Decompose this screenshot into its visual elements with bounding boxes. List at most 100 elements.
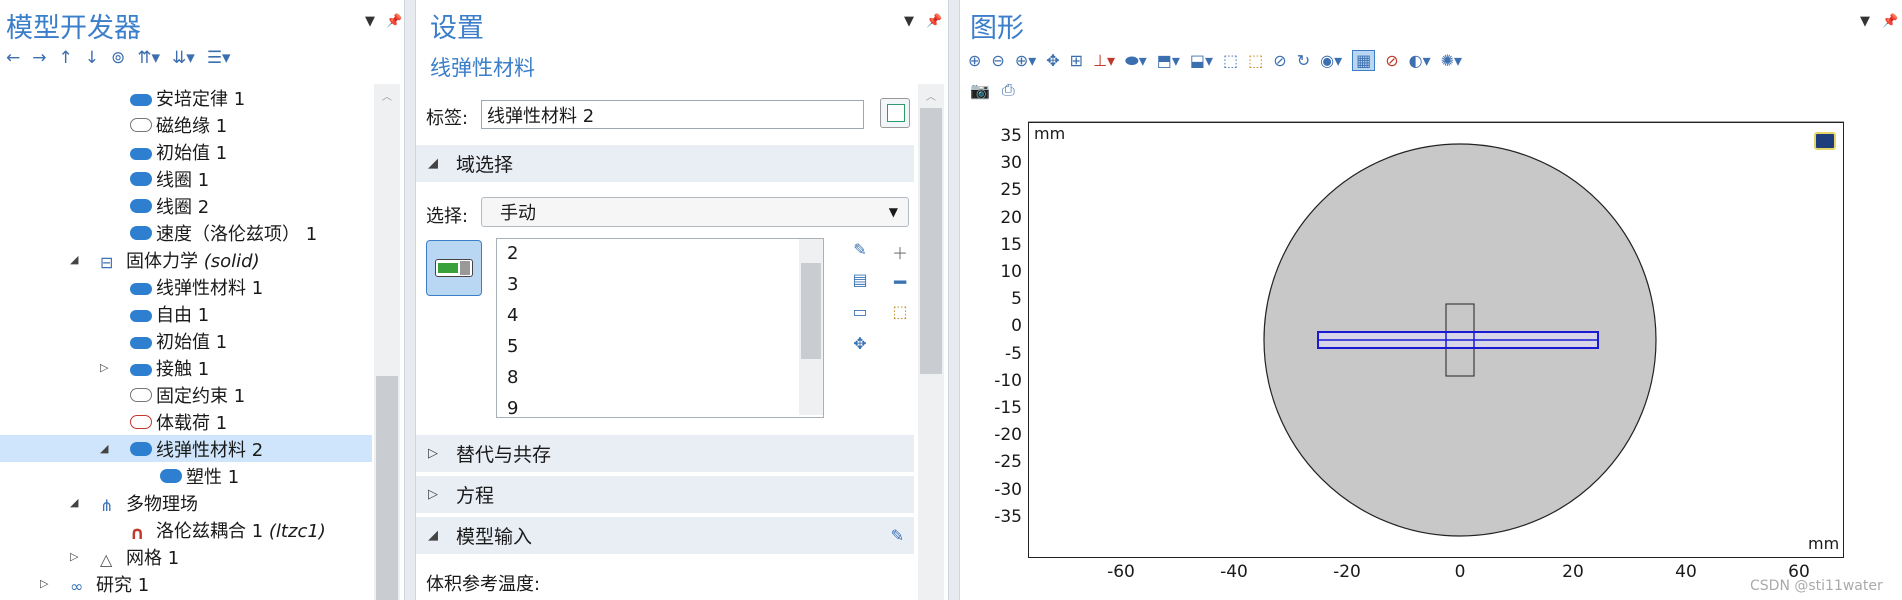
active-toggle-button[interactable]: [426, 240, 482, 296]
section-model-input[interactable]: ◢ 模型输入 ✎: [416, 517, 914, 554]
list-scroll-thumb[interactable]: [801, 263, 821, 359]
section-override-coexistence[interactable]: ▷ 替代与共存: [416, 435, 914, 472]
paste-selection-icon[interactable]: ✎: [848, 240, 872, 262]
expand-icon[interactable]: ⇈▾: [137, 48, 160, 68]
hide-icon[interactable]: ⊘: [1273, 51, 1286, 70]
expanded-triangle-icon[interactable]: ◢: [70, 253, 78, 266]
back-arrow-icon[interactable]: ←: [6, 48, 20, 68]
copy-selection-icon[interactable]: ▤: [848, 270, 872, 292]
collapse-icon[interactable]: ⇊▾: [172, 48, 195, 68]
move-down-icon[interactable]: ↓: [85, 48, 99, 68]
list-item[interactable]: 8: [507, 367, 518, 388]
tree-item-label: 体载荷 1: [156, 412, 228, 434]
pin-icon[interactable]: 📌: [926, 14, 942, 29]
tree-item[interactable]: ◢ ⋔ 多物理场: [0, 489, 372, 516]
add-to-selection-icon[interactable]: ＋: [888, 240, 912, 263]
tree-item[interactable]: 初始值 1: [0, 327, 372, 354]
pane-splitter-left[interactable]: [404, 0, 416, 600]
list-item[interactable]: 2: [507, 243, 518, 264]
transparency-icon[interactable]: ◐▾: [1409, 51, 1431, 70]
grid-toggle-icon[interactable]: ▦: [1352, 50, 1376, 71]
expanded-triangle-icon: ◢: [428, 156, 438, 171]
y-tick-label: -10: [994, 370, 1022, 391]
collapsed-triangle-icon[interactable]: ▷: [70, 550, 78, 563]
tree-scrollbar[interactable]: ︿: [374, 84, 400, 600]
tree-item[interactable]: ▷ 接触 1: [0, 354, 372, 381]
section-domain-selection[interactable]: ◢ 域选择: [416, 145, 914, 182]
pane-menu-icon[interactable]: ▼: [1860, 14, 1870, 29]
graphics-canvas[interactable]: mm mm 35 30 25 20 15 10 5 0 -5 -10 -15 -20 -25 -30 -35…: [960, 110, 1902, 600]
tree-item[interactable]: 体载荷 1: [0, 408, 372, 435]
tree-item[interactable]: ▷ ∞ 研究 1: [0, 570, 372, 597]
rotate-icon[interactable]: ↻: [1297, 51, 1310, 70]
select-box-icon[interactable]: ⬚: [1223, 51, 1238, 70]
tree-item[interactable]: 速度（洛伦兹项） 1: [0, 219, 372, 246]
zoom-box-icon[interactable]: ⊕▾: [1015, 51, 1036, 70]
list-item[interactable]: 4: [507, 305, 518, 326]
view-icon[interactable]: ◉▾: [1320, 51, 1342, 70]
edit-icon[interactable]: ✎: [891, 526, 904, 545]
tree-item[interactable]: 初始值 1: [0, 138, 372, 165]
deselect-icon[interactable]: ⬚: [1248, 51, 1263, 70]
label-input[interactable]: 线弹性材料 2: [481, 100, 864, 129]
section-equation[interactable]: ▷ 方程: [416, 476, 914, 513]
clear-selection-icon[interactable]: ▭: [848, 302, 872, 324]
pane-menu-icon[interactable]: ▼: [904, 14, 914, 29]
settings-scrollbar[interactable]: ︿: [918, 84, 944, 600]
rename-button[interactable]: [880, 98, 910, 128]
remove-from-selection-icon[interactable]: ━: [888, 270, 912, 294]
tree-item[interactable]: 塑性 1: [0, 462, 372, 489]
selection-dropdown[interactable]: 手动 ▼: [481, 197, 909, 227]
tree-item[interactable]: 自由 1: [0, 300, 372, 327]
move-up-icon[interactable]: ↑: [59, 48, 73, 68]
tree-item[interactable]: 线弹性材料 1: [0, 273, 372, 300]
tree-item[interactable]: ∩ 洛伦兹耦合 1 (ltzc1): [0, 516, 372, 544]
clear-highlight-icon[interactable]: ⊘: [1385, 51, 1398, 70]
lighting-icon[interactable]: ✺▾: [1441, 51, 1462, 70]
domain-blob-icon: [130, 441, 152, 456]
tree-item-label: 线圈 1: [156, 169, 210, 191]
d-icon: [130, 309, 152, 322]
axes-icon[interactable]: ⊥▾: [1093, 51, 1115, 70]
x-tick-label: -60: [1107, 562, 1135, 582]
tree-item[interactable]: ▷ △ 网格 1: [0, 543, 372, 570]
forward-arrow-icon[interactable]: →: [32, 48, 46, 68]
pin-icon[interactable]: 📌: [386, 14, 402, 29]
tree-item[interactable]: 磁绝缘 1: [0, 111, 372, 138]
pin-icon[interactable]: 📌: [1882, 14, 1898, 29]
list-item[interactable]: 5: [507, 336, 518, 357]
list-item[interactable]: 9: [507, 398, 518, 419]
camera-icon[interactable]: 📷: [970, 81, 990, 100]
zoom-to-selection-icon[interactable]: ⬚: [888, 302, 912, 324]
tree-item[interactable]: ◢ ⊟ 固体力学 (solid): [0, 246, 372, 273]
tree-item[interactable]: 安培定律 1: [0, 84, 372, 111]
tree-item[interactable]: 线圈 2: [0, 192, 372, 219]
tree-item[interactable]: 固定约束 1: [0, 381, 372, 408]
geometry-view[interactable]: [960, 110, 1902, 600]
print-icon[interactable]: ⎙: [1002, 80, 1015, 100]
tree-scroll-thumb[interactable]: [376, 376, 398, 600]
domain-selection-list[interactable]: 2 3 4 5 8 9: [496, 238, 824, 419]
tree-item[interactable]: ◢ 线弹性材料 2: [0, 435, 372, 462]
domain-select-icon[interactable]: ⬬▾: [1125, 51, 1147, 71]
zoom-out-icon[interactable]: ⊖: [991, 51, 1004, 70]
list-scrollbar[interactable]: [799, 239, 823, 415]
expanded-triangle-icon[interactable]: ◢: [70, 496, 78, 509]
list-item[interactable]: 3: [507, 274, 518, 295]
edge-select-icon[interactable]: ⬓▾: [1190, 51, 1213, 70]
collapsed-triangle-icon[interactable]: ▷: [100, 361, 108, 374]
collapsed-triangle-icon[interactable]: ▷: [40, 577, 48, 590]
tree-options-icon[interactable]: ☰▾: [207, 48, 231, 68]
y-tick-label: 5: [1011, 289, 1022, 310]
locate-selection-icon[interactable]: ✥: [848, 334, 872, 356]
pane-splitter-right[interactable]: [948, 0, 960, 600]
tree-item[interactable]: 线圈 1: [0, 165, 372, 192]
settings-scroll-thumb[interactable]: [920, 108, 942, 374]
pane-menu-icon[interactable]: ▼: [365, 14, 375, 29]
show-icon[interactable]: ⊚: [111, 48, 125, 68]
expanded-triangle-icon[interactable]: ◢: [100, 442, 108, 455]
zoom-extents-icon[interactable]: ✥: [1046, 51, 1059, 70]
fit-window-icon[interactable]: ⊞: [1070, 51, 1083, 70]
boundary-select-icon[interactable]: ⬒▾: [1157, 51, 1180, 70]
zoom-in-icon[interactable]: ⊕: [968, 51, 981, 70]
